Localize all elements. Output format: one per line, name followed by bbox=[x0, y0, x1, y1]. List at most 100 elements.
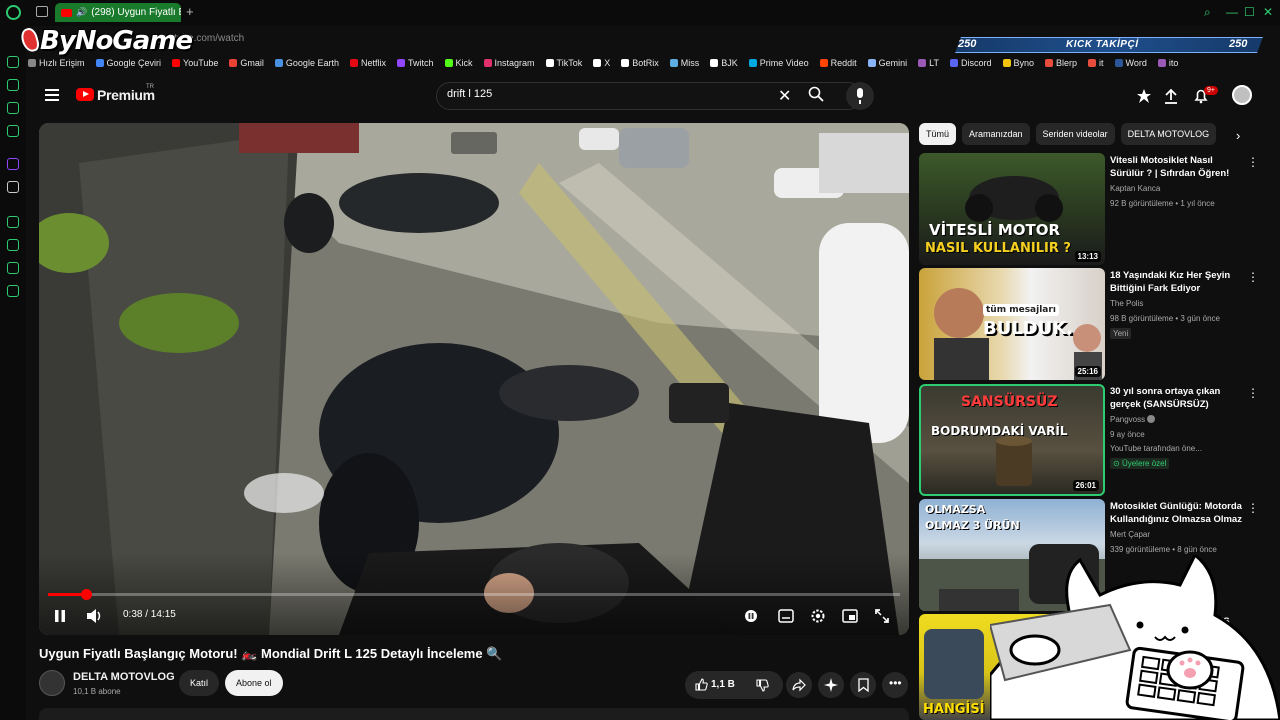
recommendation-channel[interactable]: Kaptan Kanca bbox=[1110, 184, 1160, 193]
filter-chip[interactable]: Seriden videolar bbox=[1035, 123, 1115, 145]
video-thumbnail[interactable]: SANSÜRSÜZ BODRUMDAKİ VARİL 26:01 bbox=[919, 384, 1105, 496]
recommendation-item[interactable]: tüm mesajları BULDUK. 25:16 18 Yaşındaki… bbox=[919, 268, 1259, 380]
channel-avatar[interactable] bbox=[39, 670, 65, 696]
chips-next-icon[interactable]: › bbox=[1236, 128, 1240, 143]
speaker-icon[interactable]: 🔊 bbox=[76, 7, 87, 18]
search-tabs-icon[interactable]: ⌕ bbox=[1204, 5, 1211, 20]
bookmark-item[interactable]: BotRix bbox=[621, 58, 659, 68]
pause-icon[interactable] bbox=[53, 609, 67, 623]
sidebar-settings-icon[interactable] bbox=[7, 285, 19, 297]
tab-switch-icon[interactable] bbox=[36, 6, 48, 17]
recommendation-item[interactable]: VİTESLİ MOTOR NASIL KULLANILIR ? 13:13 V… bbox=[919, 153, 1259, 265]
bookmark-item[interactable]: YouTube bbox=[172, 58, 218, 68]
bookmark-item[interactable]: Instagram bbox=[483, 58, 535, 68]
close-window-icon[interactable]: ✕ bbox=[1263, 5, 1273, 19]
voice-search-icon[interactable] bbox=[846, 82, 874, 110]
filter-chip[interactable]: Aramanızdan bbox=[962, 123, 1030, 145]
bookmark-item[interactable]: Prime Video bbox=[748, 58, 809, 68]
bookmark-item[interactable]: Gemini bbox=[867, 58, 907, 68]
opera-logo-icon[interactable] bbox=[6, 5, 21, 20]
subscribe-button[interactable]: Abone ol bbox=[225, 670, 283, 696]
recommendation-title[interactable]: Motosiklet Günlüğü: Motorda Kullandığını… bbox=[1110, 500, 1245, 526]
bookmark-item[interactable]: Twitch bbox=[396, 58, 434, 68]
channel-name[interactable]: DELTA MOTOVLOG bbox=[73, 671, 175, 683]
bookmark-item[interactable]: Gmail bbox=[229, 58, 264, 68]
sidebar-app-icon[interactable] bbox=[7, 102, 19, 114]
bookmark-item[interactable]: TikTok bbox=[545, 58, 582, 68]
kebab-menu-icon[interactable]: ⋮ bbox=[1247, 501, 1259, 515]
filter-chip[interactable]: Tümü bbox=[919, 123, 957, 145]
new-tab-button[interactable]: + bbox=[186, 4, 194, 19]
sidebar-ai-icon[interactable] bbox=[7, 79, 19, 91]
join-button[interactable]: Katıl bbox=[179, 670, 220, 696]
bookmark-item[interactable]: Google Çeviri bbox=[95, 58, 162, 68]
recommendation-channel[interactable]: The Polis bbox=[1110, 299, 1143, 308]
miniplayer-icon[interactable] bbox=[842, 609, 858, 623]
bookmark-item[interactable]: Google Earth bbox=[274, 58, 339, 68]
minimize-icon[interactable]: — bbox=[1226, 5, 1238, 19]
search-box[interactable] bbox=[436, 82, 862, 110]
dislike-icon[interactable] bbox=[756, 679, 769, 692]
like-count[interactable]: 1,1 B bbox=[711, 679, 735, 690]
share-button[interactable] bbox=[786, 672, 812, 698]
recommendation-title[interactable]: Vitesli Motosiklet Nasıl Sürülür ? | Sıf… bbox=[1110, 154, 1245, 180]
bookmark-item[interactable]: it bbox=[1088, 58, 1104, 68]
bookmark-item[interactable]: X bbox=[593, 58, 610, 68]
video-thumbnail[interactable]: VİTESLİ MOTOR NASIL KULLANILIR ? 13:13 bbox=[919, 153, 1105, 265]
recommendation-channel[interactable]: Pangvoss bbox=[1110, 415, 1156, 424]
video-player[interactable]: 0:38 / 14:15 bbox=[39, 123, 909, 635]
subtitles-icon[interactable] bbox=[778, 609, 794, 623]
bookmark-item[interactable]: Netflix bbox=[349, 58, 386, 68]
studio-icon[interactable] bbox=[1136, 88, 1152, 104]
sidebar-extensions-icon[interactable] bbox=[7, 262, 19, 274]
bookmark-item[interactable]: Byno bbox=[1002, 58, 1034, 68]
search-icon[interactable] bbox=[808, 86, 824, 102]
bookmark-item[interactable]: Blerp bbox=[1045, 58, 1077, 68]
bookmark-item[interactable]: ito bbox=[1157, 58, 1178, 68]
bookmark-item[interactable]: Reddit bbox=[819, 58, 857, 68]
upload-icon[interactable] bbox=[1163, 88, 1179, 104]
miniplayer-overlay-controls[interactable] bbox=[451, 132, 497, 154]
autoplay-toggle-icon[interactable] bbox=[744, 609, 758, 623]
video-thumbnail[interactable]: tüm mesajları BULDUK. 25:16 bbox=[919, 268, 1105, 380]
recommendation-title[interactable]: 18 Yaşındaki Kız Her Şeyin Bittiğini Far… bbox=[1110, 269, 1245, 295]
fullscreen-icon[interactable] bbox=[875, 609, 889, 623]
recommendation-channel[interactable]: Mert Çapar bbox=[1110, 530, 1150, 539]
kebab-menu-icon[interactable]: ⋮ bbox=[1247, 155, 1259, 169]
sidebar-history-icon[interactable] bbox=[7, 239, 19, 251]
bookmark-label: Google Çeviri bbox=[106, 58, 162, 68]
save-button[interactable] bbox=[850, 672, 876, 698]
clear-search-icon[interactable]: ✕ bbox=[778, 86, 791, 106]
sidebar-twitch-icon[interactable] bbox=[7, 158, 19, 170]
progress-bar[interactable] bbox=[48, 589, 900, 600]
description-box-edge[interactable] bbox=[39, 708, 909, 720]
sidebar-messenger-icon[interactable] bbox=[7, 125, 19, 137]
menu-icon[interactable] bbox=[45, 89, 59, 101]
sidebar-x-icon[interactable] bbox=[7, 181, 19, 193]
filter-chip[interactable]: DELTA MOTOVLOG bbox=[1120, 123, 1217, 145]
bookmark-item[interactable]: Word bbox=[1114, 58, 1147, 68]
account-avatar[interactable] bbox=[1232, 85, 1252, 105]
recommendation-item[interactable]: SANSÜRSÜZ BODRUMDAKİ VARİL 26:01 30 yıl … bbox=[919, 384, 1259, 496]
sidebar-player-icon[interactable] bbox=[7, 216, 19, 228]
bookmark-item[interactable]: LT bbox=[918, 58, 939, 68]
maximize-icon[interactable]: ☐ bbox=[1244, 5, 1255, 19]
volume-icon[interactable] bbox=[86, 608, 104, 624]
logo-text: ByNoGame bbox=[40, 26, 193, 56]
browser-tab-active[interactable]: 🔊 (298) Uygun Fiyatlı Baş bbox=[55, 3, 181, 22]
sidebar-back-icon[interactable] bbox=[7, 56, 19, 68]
bookmark-item[interactable]: Miss bbox=[669, 58, 699, 68]
like-icon[interactable] bbox=[695, 678, 708, 691]
settings-gear-icon[interactable] bbox=[810, 608, 826, 624]
bookmark-item[interactable]: Hızlı Erişim bbox=[28, 58, 85, 68]
youtube-logo-icon[interactable] bbox=[76, 88, 94, 101]
bookmark-item[interactable]: Discord bbox=[950, 58, 992, 68]
search-input[interactable] bbox=[447, 88, 767, 100]
ask-ai-button[interactable] bbox=[818, 672, 844, 698]
recommendation-title[interactable]: 30 yıl sonra ortaya çıkan gerçek (SANSÜR… bbox=[1110, 385, 1245, 411]
more-actions-button[interactable]: ••• bbox=[882, 672, 908, 698]
kebab-menu-icon[interactable]: ⋮ bbox=[1247, 386, 1259, 400]
bookmark-item[interactable]: BJK bbox=[710, 58, 738, 68]
bookmark-item[interactable]: Kick bbox=[444, 58, 473, 68]
kebab-menu-icon[interactable]: ⋮ bbox=[1247, 270, 1259, 284]
